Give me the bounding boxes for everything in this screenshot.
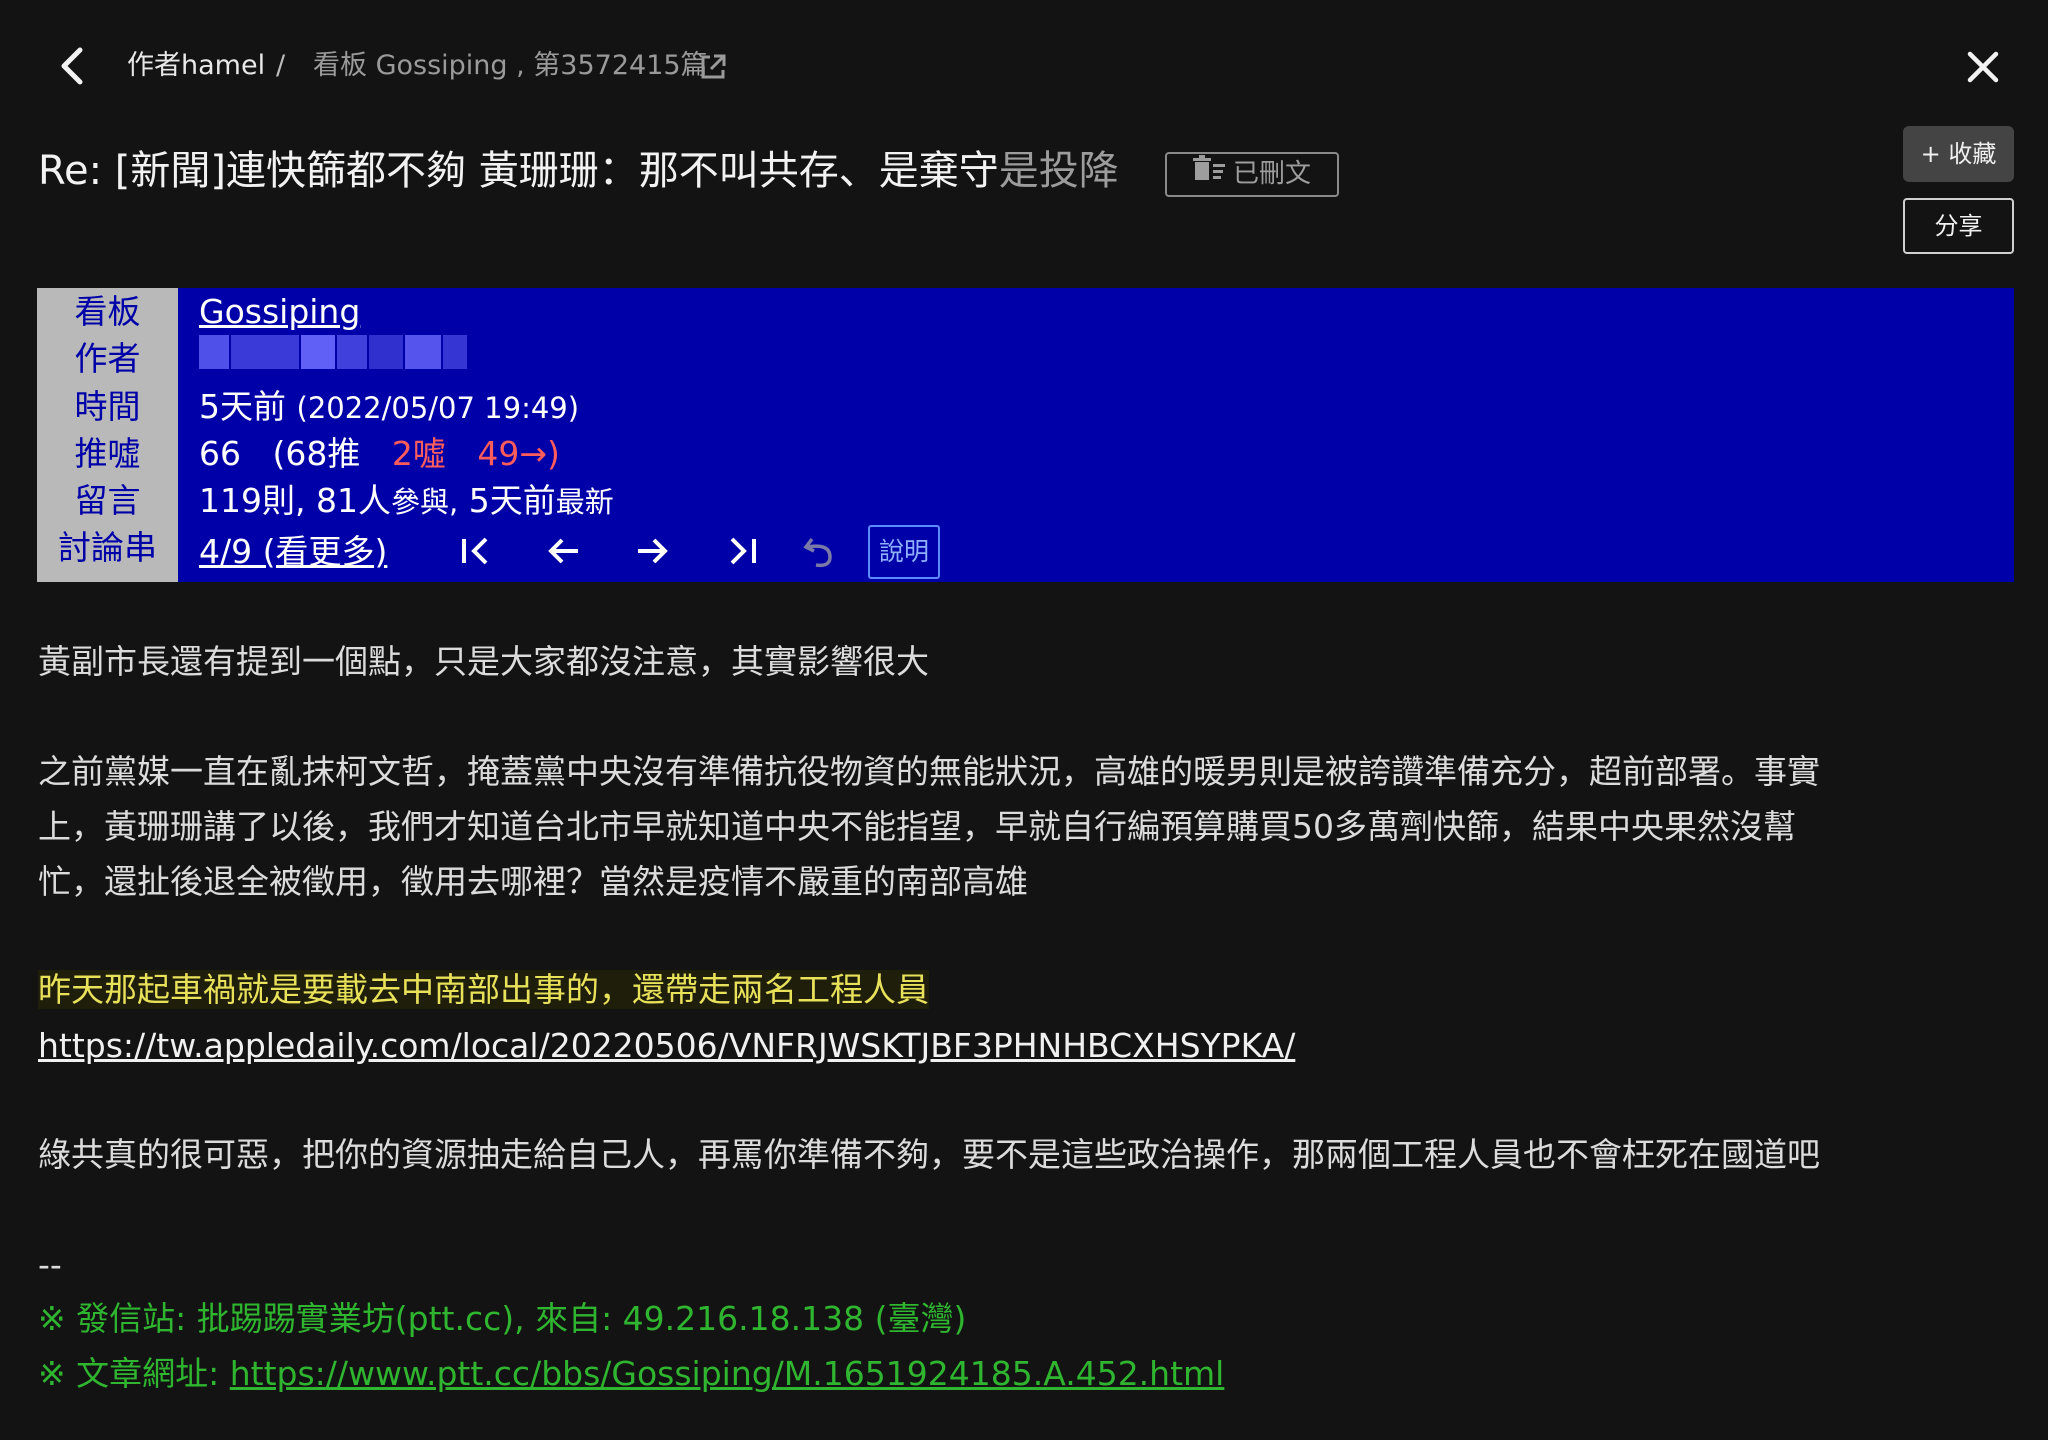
article-title-main: Re: [新聞]連快篩都不夠 黃珊珊：那不叫共存、是棄守	[38, 148, 999, 194]
score: 66	[199, 434, 241, 473]
deleted-badge: 已刪文	[1165, 152, 1339, 197]
comments-row: 119則, 81人參與, 5天前最新	[199, 479, 614, 524]
comments-count: 119則,	[199, 481, 306, 520]
news-link-row: https://tw.appledaily.com/local/20220506…	[38, 1018, 2014, 1073]
article-title-tail: 是投降	[998, 148, 1119, 194]
highlight-line: 昨天那起車禍就是要載去中南部出事的，還帶走兩名工程人員	[38, 962, 2014, 1017]
article-title: Re: [新聞]連快篩都不夠 黃珊珊：那不叫共存、是棄守是投降	[38, 146, 1119, 196]
post-time: 5天前 (2022/05/07 19:49)	[199, 385, 579, 430]
body-paragraph-2-line-2: 上，黃珊珊講了以後，我們才知道台北市早就知道中央不能指望，早就自行編預算購買50…	[38, 807, 1796, 846]
highlight-text: 昨天那起車禍就是要載去中南部出事的，還帶走兩名工程人員	[38, 970, 929, 1009]
favorite-button[interactable]: + 收藏	[1903, 126, 2014, 182]
push-count: (68推	[272, 434, 361, 473]
news-link[interactable]: https://tw.appledaily.com/local/20220506…	[38, 1026, 1295, 1065]
participants-suffix: 參與,	[390, 485, 459, 519]
body-paragraph-2: 之前黨媒一直在亂抹柯文哲，掩蓋黨中央沒有準備抗役物資的無能狀況，高雄的暖男則是被…	[38, 744, 2014, 909]
board-link[interactable]: Gossiping	[199, 290, 360, 334]
breadcrumb-board[interactable]: 看板 Gossiping , 第3572415篇	[313, 48, 708, 84]
label-score: 推噓	[74, 434, 141, 473]
latest: 5天前	[468, 481, 556, 520]
first-page-icon[interactable]	[456, 531, 496, 571]
signature-url-row: ※ 文章網址: https://www.ptt.cc/bbs/Gossiping…	[38, 1346, 2014, 1401]
label-thread: 討論串	[58, 528, 157, 567]
label-board: 看板	[74, 292, 141, 331]
close-icon[interactable]	[1960, 44, 2006, 90]
participants: 81人	[315, 481, 391, 520]
article-url-link[interactable]: https://www.ptt.cc/bbs/Gossiping/M.16519…	[230, 1354, 1225, 1393]
article-header-labels: 看板 作者 時間 推噓 留言 討論串	[37, 288, 178, 582]
body-paragraph-3: 綠共真的很可惡，把你的資源抽走給自己人，再罵你準備不夠，要不是這些政治操作，那兩…	[38, 1135, 1820, 1174]
thread-link[interactable]: 4/9 (看更多)	[199, 532, 387, 571]
previous-arrow-icon[interactable]	[544, 531, 584, 571]
thread-row: 4/9 (看更多)	[199, 530, 387, 574]
deleted-badge-label: 已刪文	[1232, 159, 1311, 189]
label-time: 時間	[74, 387, 141, 426]
board-name[interactable]: Gossiping	[199, 292, 360, 331]
undo-icon[interactable]	[800, 531, 840, 571]
trash-icon	[1192, 154, 1227, 195]
body-paragraph-2-line-1: 之前黨媒一直在亂抹柯文哲，掩蓋黨中央沒有準備抗役物資的無能狀況，高雄的暖男則是被…	[38, 752, 1820, 791]
signature-separator: --	[38, 1245, 62, 1284]
time-relative: 5天前	[199, 387, 286, 426]
signature-url-label: ※ 文章網址:	[38, 1354, 230, 1393]
breadcrumb-separator: /	[276, 50, 286, 81]
back-arrow-icon[interactable]	[52, 42, 96, 90]
share-button[interactable]: 分享	[1903, 198, 2014, 254]
label-comments: 留言	[74, 481, 141, 520]
boo-count: 2噓	[391, 434, 446, 473]
time-absolute: (2022/05/07 19:49)	[296, 391, 580, 425]
signature-origin: ※ 發信站: 批踢踢實業坊(ptt.cc), 來自: 49.216.18.138…	[38, 1299, 967, 1338]
external-link-icon[interactable]	[698, 52, 728, 82]
author-blurred	[199, 335, 469, 369]
body-paragraph-2-line-3: 忙，還扯後退全被徵用，徵用去哪裡？當然是疫情不嚴重的南部高雄	[38, 862, 1028, 901]
top-bar: 作者hamel / 看板 Gossiping , 第3572415篇	[0, 0, 2048, 134]
next-arrow-icon[interactable]	[632, 531, 672, 571]
score-row: 66 (68推 2噓 49→)	[199, 432, 560, 476]
last-page-icon[interactable]	[722, 531, 762, 571]
arrow-count: 49→)	[477, 434, 560, 473]
breadcrumb-author[interactable]: 作者hamel	[127, 48, 265, 84]
latest-suffix: 最新	[555, 485, 614, 519]
body-paragraph-1: 黃副市長還有提到一個點，只是大家都沒注意，其實影響很大	[38, 642, 929, 681]
help-button[interactable]: 說明	[868, 525, 940, 579]
label-author: 作者	[74, 339, 141, 378]
